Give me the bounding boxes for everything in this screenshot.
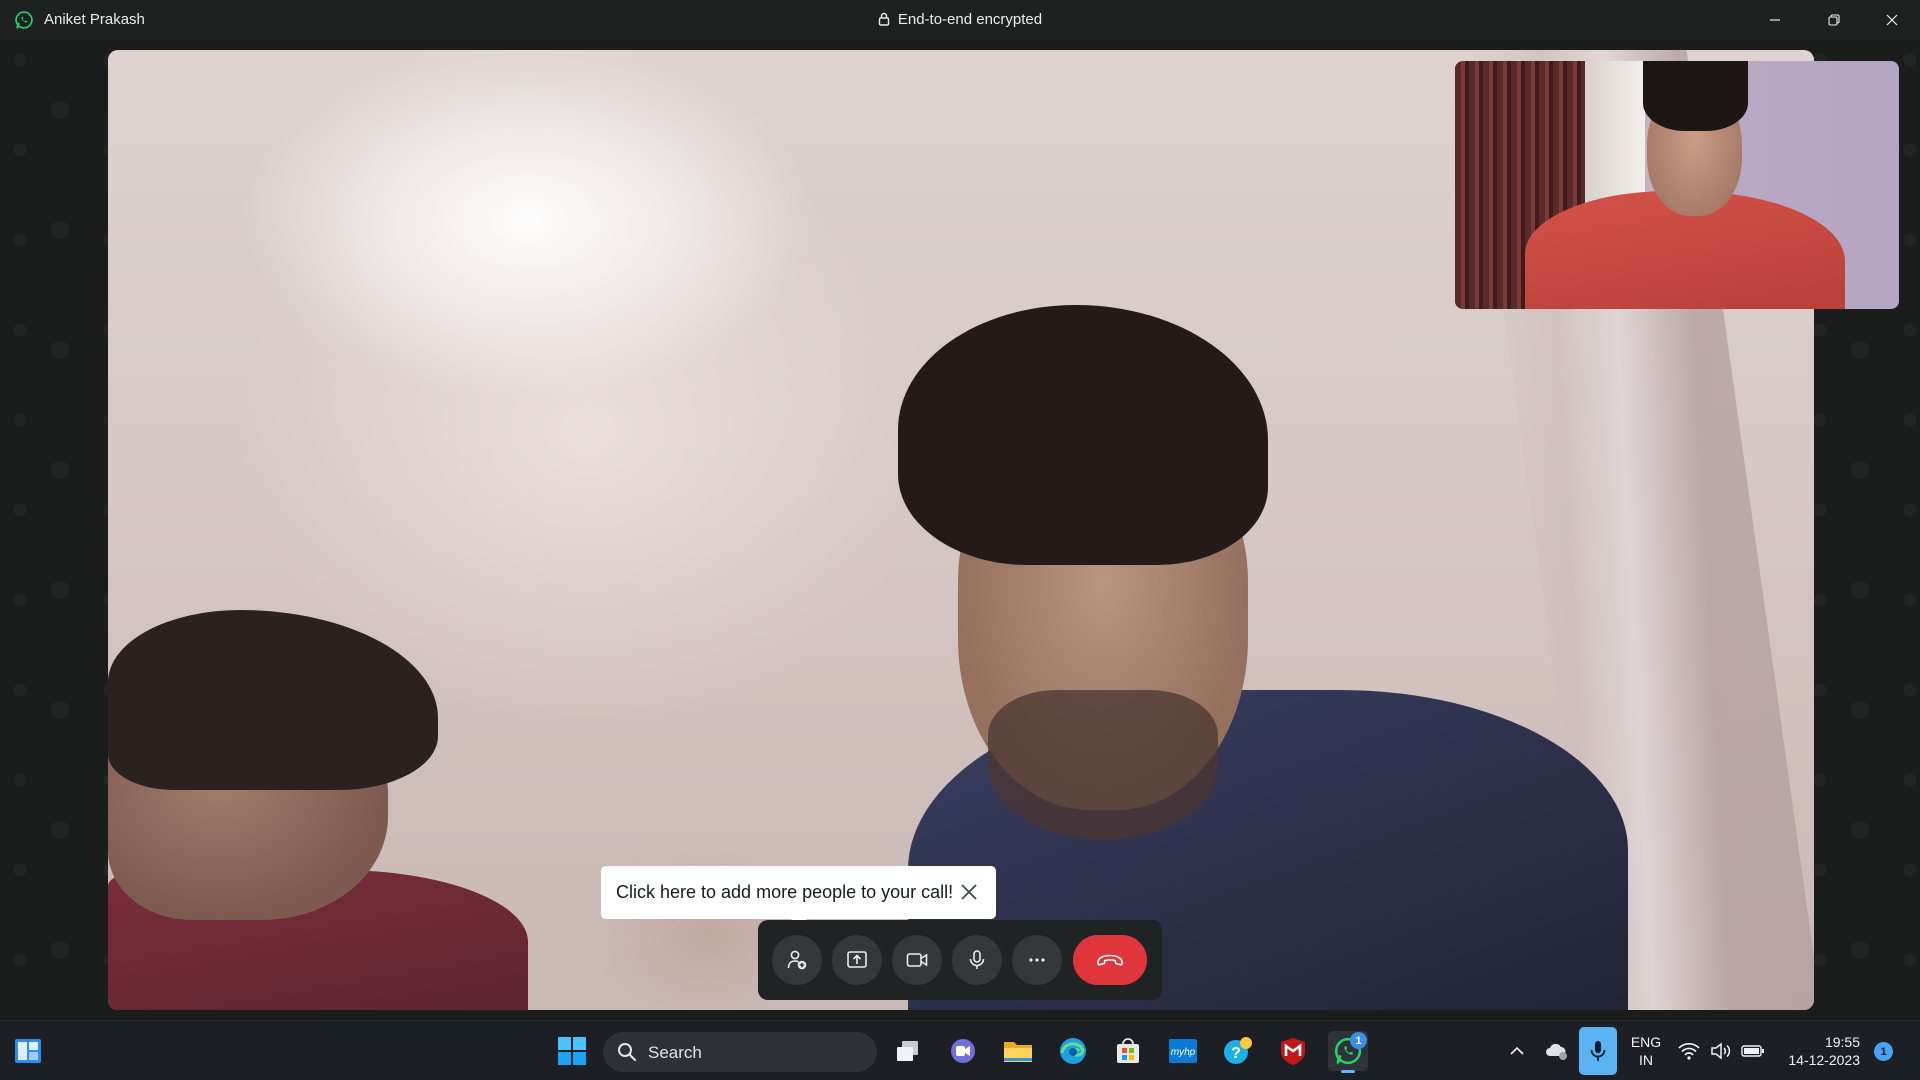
battery-button[interactable] xyxy=(1736,1031,1770,1071)
notification-center-badge[interactable]: 1 xyxy=(1874,1042,1893,1061)
video-camera-icon xyxy=(906,953,928,967)
teams-chat-button[interactable] xyxy=(943,1031,983,1071)
add-people-button[interactable] xyxy=(772,935,822,985)
video-person-main-hair xyxy=(898,305,1268,565)
add-people-tooltip: Click here to add more people to your ca… xyxy=(601,866,996,927)
store-icon xyxy=(1117,1038,1139,1063)
lock-icon xyxy=(878,12,890,26)
end-call-button[interactable] xyxy=(1073,935,1147,985)
svg-text:myhp: myhp xyxy=(1171,1047,1196,1058)
get-help-button[interactable]: ? xyxy=(1218,1031,1258,1071)
folder-icon xyxy=(1004,1042,1032,1062)
edge-browser-button[interactable] xyxy=(1053,1031,1093,1071)
self-video-preview[interactable] xyxy=(1455,61,1899,309)
share-screen-icon xyxy=(847,951,867,968)
more-options-button[interactable] xyxy=(1012,935,1062,985)
restore-icon xyxy=(1828,14,1840,26)
battery-icon xyxy=(1741,1045,1764,1057)
network-button[interactable] xyxy=(1672,1031,1706,1071)
windows-logo-icon xyxy=(558,1037,586,1065)
clock-date: 14-12-2023 xyxy=(1788,1052,1860,1068)
microphone-icon xyxy=(1590,1041,1606,1061)
search-label: Search xyxy=(648,1043,702,1062)
video-person-left-hair xyxy=(108,610,438,790)
close-icon xyxy=(961,884,977,900)
show-hidden-icons-button[interactable] xyxy=(1497,1031,1537,1071)
tooltip-close-button[interactable] xyxy=(956,879,982,905)
active-app-indicator xyxy=(1341,1070,1355,1073)
widgets-button[interactable] xyxy=(8,1031,48,1071)
whatsapp-unread-badge: 1 xyxy=(1350,1032,1367,1049)
encryption-status: End-to-end encrypted xyxy=(0,11,1920,28)
close-button[interactable] xyxy=(1864,0,1920,40)
video-person-main-beard xyxy=(988,690,1218,840)
onedrive-button[interactable] xyxy=(1537,1031,1577,1071)
tooltip-text: Click here to add more people to your ca… xyxy=(616,882,954,902)
language-region: IN xyxy=(1639,1052,1653,1068)
volume-button[interactable] xyxy=(1704,1031,1738,1071)
file-explorer-button[interactable] xyxy=(998,1031,1038,1071)
share-screen-button[interactable] xyxy=(832,935,882,985)
task-view-icon xyxy=(897,1041,918,1061)
chat-icon xyxy=(951,1039,975,1063)
svg-text:?: ? xyxy=(1231,1045,1241,1062)
input-language-indicator[interactable]: ENG IN xyxy=(1628,1033,1664,1069)
myhp-button[interactable]: myhp xyxy=(1163,1031,1203,1071)
hang-up-icon xyxy=(1097,954,1123,966)
add-person-icon xyxy=(787,950,807,970)
restore-button[interactable] xyxy=(1806,0,1862,40)
task-view-button[interactable] xyxy=(888,1031,928,1071)
microsoft-store-button[interactable] xyxy=(1108,1031,1148,1071)
minimize-icon xyxy=(1770,19,1780,21)
widgets-icon xyxy=(15,1039,41,1063)
taskbar-search[interactable]: Search xyxy=(603,1032,877,1072)
camera-button[interactable] xyxy=(892,935,942,985)
clock-time: 19:55 xyxy=(1824,1034,1860,1050)
windows-taskbar: Search myhp ? 1 ENG IN 19:55 14-12-2023 … xyxy=(0,1020,1920,1080)
help-icon: ? xyxy=(1224,1037,1252,1064)
self-video-hair xyxy=(1643,61,1748,131)
more-horizontal-icon xyxy=(1029,958,1045,962)
microphone-in-use-indicator[interactable] xyxy=(1579,1027,1617,1075)
close-icon xyxy=(1886,14,1898,26)
edge-browser-icon xyxy=(1060,1038,1086,1064)
myhp-icon: myhp xyxy=(1169,1039,1197,1063)
encryption-label: End-to-end encrypted xyxy=(897,11,1043,28)
minimize-button[interactable] xyxy=(1747,0,1803,40)
speaker-icon xyxy=(1711,1042,1731,1060)
microphone-icon xyxy=(969,950,985,969)
wifi-icon xyxy=(1678,1042,1700,1060)
mcafee-button[interactable] xyxy=(1273,1031,1313,1071)
system-clock[interactable]: 19:55 14-12-2023 xyxy=(1780,1033,1860,1069)
mcafee-shield-icon xyxy=(1281,1038,1305,1065)
whatsapp-taskbar-button[interactable]: 1 xyxy=(1328,1031,1368,1073)
language-code: ENG xyxy=(1630,1034,1662,1050)
call-controls-bar xyxy=(758,920,1162,1000)
search-icon xyxy=(618,1043,637,1062)
start-button[interactable] xyxy=(552,1031,592,1071)
title-bar: Aniket Prakash End-to-end encrypted xyxy=(0,0,1920,40)
microphone-button[interactable] xyxy=(952,935,1002,985)
chevron-up-icon xyxy=(1510,1046,1524,1055)
cloud-icon xyxy=(1546,1043,1567,1060)
